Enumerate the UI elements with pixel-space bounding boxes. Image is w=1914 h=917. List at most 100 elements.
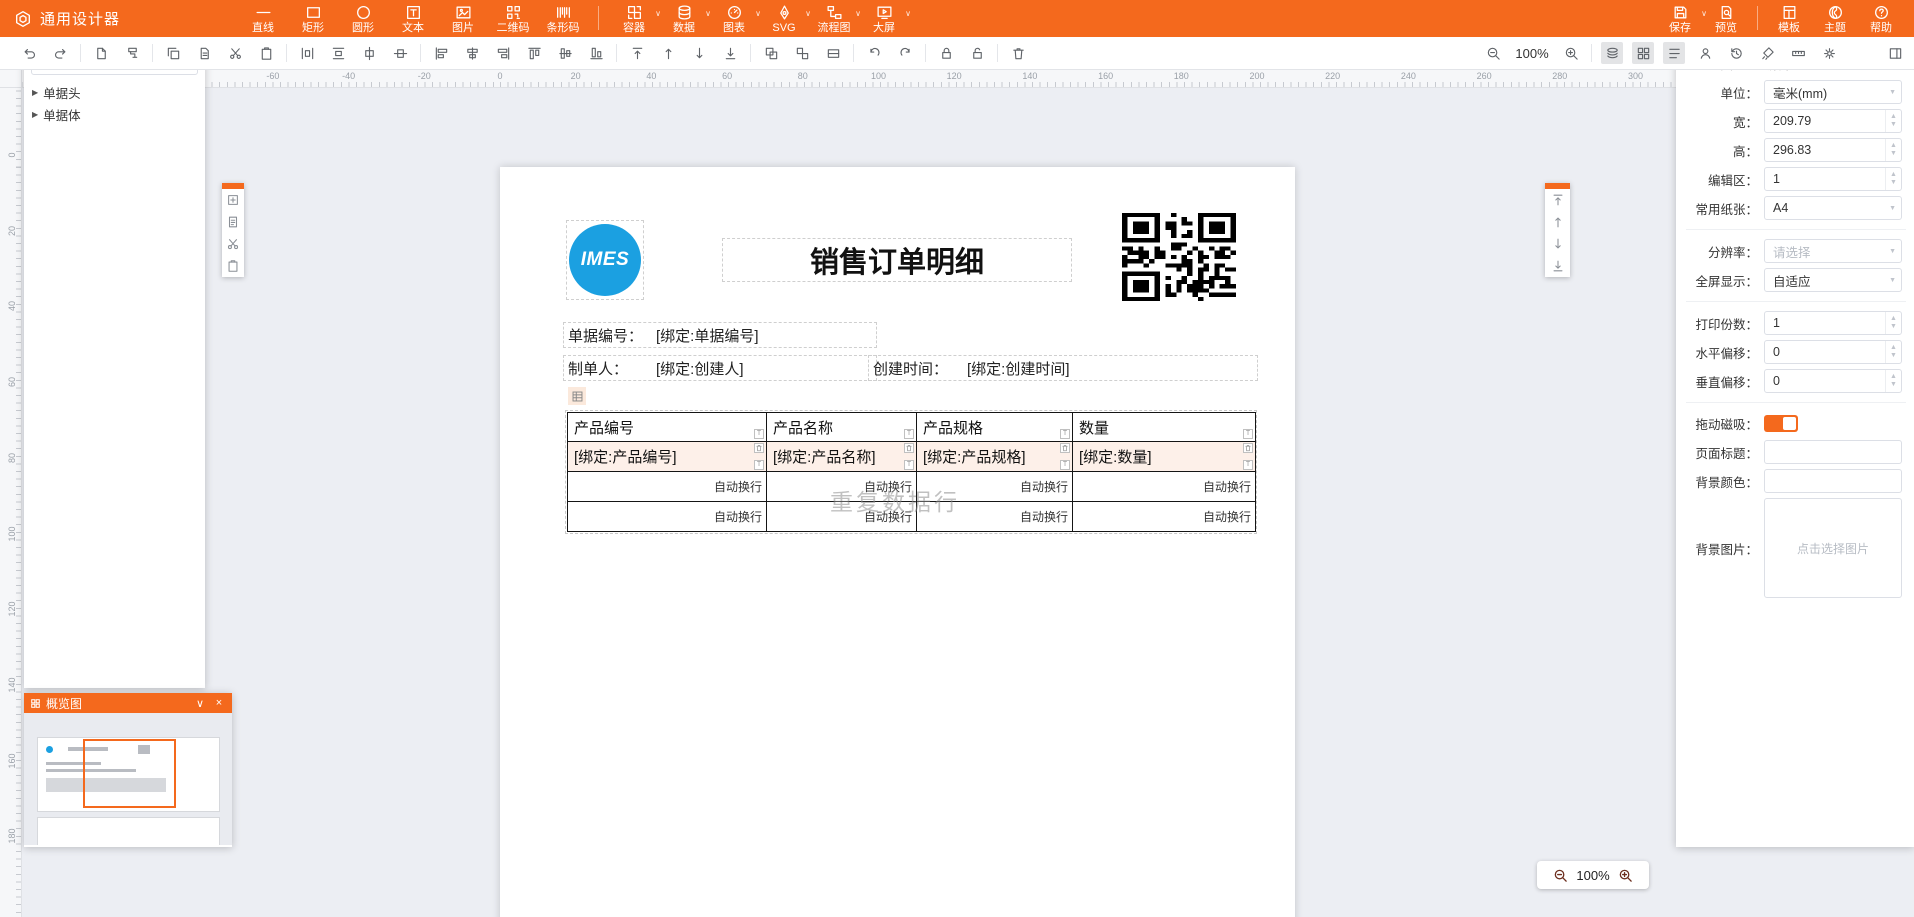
redo-icon[interactable]: [49, 42, 71, 64]
field-create-time[interactable]: 创建时间： [绑定:创建时间]: [868, 355, 1258, 381]
table-autowrap-cell[interactable]: 自动换行: [568, 502, 767, 532]
prop-input-page-title[interactable]: [1764, 440, 1902, 464]
delete-icon[interactable]: [1007, 42, 1029, 64]
rotate-left-icon[interactable]: [863, 42, 885, 64]
layers-icon[interactable]: [1601, 42, 1623, 64]
center-vertical-icon[interactable]: [389, 42, 411, 64]
data-table-element[interactable]: 产品编号T产品名称T产品规格T数量T[绑定:产品编号]T[绑定:产品名称]T[绑…: [565, 410, 1257, 534]
prop-input-offset-y[interactable]: 0: [1764, 369, 1902, 393]
duplicate-icon[interactable]: [193, 42, 215, 64]
stepper-icon[interactable]: ▲▼: [1885, 110, 1901, 132]
outline-icon[interactable]: [1663, 42, 1685, 64]
datasource-item-2[interactable]: ▶单据体: [24, 103, 205, 125]
field-creator[interactable]: 制单人： [绑定:创建人]: [563, 355, 877, 381]
tool-theme[interactable]: 主题: [1812, 0, 1858, 37]
move-down-icon[interactable]: [1548, 233, 1568, 255]
delete-cell-icon[interactable]: [754, 443, 764, 453]
ruler-icon[interactable]: [1787, 42, 1809, 64]
tool-save[interactable]: 保存∨: [1657, 0, 1703, 37]
qr-code-element[interactable]: [1122, 213, 1236, 301]
unlock-icon[interactable]: [966, 42, 988, 64]
prop-select-unit[interactable]: 毫米(mm): [1764, 80, 1902, 104]
center-horizontal-icon[interactable]: [358, 42, 380, 64]
prop-select-fullscreen[interactable]: 自适应: [1764, 268, 1902, 292]
design-page[interactable]: IMES 销售订单明细 单据编号： [绑定:单据编号] 制单人： [绑定:创建人…: [500, 167, 1295, 917]
layer-mini-toolbar[interactable]: [1545, 183, 1570, 277]
delete-cell-icon[interactable]: [1243, 443, 1253, 453]
tree-expand-icon[interactable]: ▶: [32, 110, 38, 119]
element-list-icon[interactable]: [223, 211, 243, 233]
stepper-icon[interactable]: ▲▼: [1885, 370, 1901, 392]
tool-help[interactable]: 帮助: [1858, 0, 1904, 37]
tool-screen[interactable]: 大屏∨: [861, 0, 907, 37]
zoom-out-icon[interactable]: [1482, 42, 1504, 64]
panel-layout-icon[interactable]: [1884, 42, 1906, 64]
table-autowrap-cell[interactable]: 自动换行: [1073, 472, 1256, 502]
logo-element[interactable]: IMES: [566, 220, 644, 300]
move-up-icon[interactable]: [1548, 211, 1568, 233]
left-mini-toolbar[interactable]: [222, 183, 244, 277]
stepper-icon[interactable]: ▲▼: [1885, 139, 1901, 161]
overview-viewport-rect[interactable]: [83, 739, 176, 808]
zoom-in-icon[interactable]: [1618, 868, 1633, 883]
align-center-icon[interactable]: [461, 42, 483, 64]
table-autowrap-cell[interactable]: 自动换行: [917, 502, 1073, 532]
table-header-cell[interactable]: 产品规格T: [917, 413, 1073, 442]
zoom-in-icon[interactable]: [1560, 42, 1582, 64]
chevron-down-icon[interactable]: ∨: [905, 9, 911, 18]
tool-flow[interactable]: 流程图∨: [811, 0, 857, 37]
prop-input-bg-color[interactable]: [1764, 469, 1902, 493]
prop-select-resolution[interactable]: 请选择: [1764, 239, 1902, 263]
paste-icon[interactable]: [255, 42, 277, 64]
datasource-item-1[interactable]: ▶单据头: [24, 81, 205, 103]
tool-data[interactable]: 数据∨: [661, 0, 707, 37]
move-down-icon[interactable]: [688, 42, 710, 64]
cut-icon[interactable]: [224, 42, 246, 64]
stepper-icon[interactable]: ▲▼: [1885, 341, 1901, 363]
add-element-icon[interactable]: [223, 189, 243, 211]
tree-expand-icon[interactable]: ▶: [32, 88, 38, 97]
report-title[interactable]: 销售订单明细: [722, 238, 1072, 282]
table-autowrap-cell[interactable]: 自动换行: [1073, 502, 1256, 532]
tool-barcode[interactable]: 条形码: [540, 0, 586, 37]
table-header-cell[interactable]: 数量T: [1073, 413, 1256, 442]
sweep-icon[interactable]: [1756, 42, 1778, 64]
bring-to-front-icon[interactable]: [1548, 189, 1568, 211]
prop-imagebox-bg-image[interactable]: 点击选择图片: [1764, 498, 1902, 598]
tool-rect[interactable]: 矩形: [290, 0, 336, 37]
new-file-icon[interactable]: [90, 42, 112, 64]
collapse-icon[interactable]: ∨: [193, 697, 207, 710]
table-binding-cell[interactable]: [绑定:产品编号]T: [568, 442, 767, 472]
tool-template[interactable]: 模板: [1766, 0, 1812, 37]
data-table[interactable]: 产品编号T产品名称T产品规格T数量T[绑定:产品编号]T[绑定:产品名称]T[绑…: [567, 412, 1256, 532]
cut-icon[interactable]: [223, 233, 243, 255]
prop-input-edit-area[interactable]: 1: [1764, 167, 1902, 191]
delete-cell-icon[interactable]: [904, 443, 914, 453]
table-autowrap-cell[interactable]: 自动换行: [767, 472, 917, 502]
prop-toggle-snap[interactable]: [1764, 415, 1798, 432]
table-autowrap-cell[interactable]: 自动换行: [568, 472, 767, 502]
canvas-area[interactable]: IMES 销售订单明细 单据编号： [绑定:单据编号] 制单人： [绑定:创建人…: [0, 70, 1914, 917]
rotate-right-icon[interactable]: [894, 42, 916, 64]
move-up-icon[interactable]: [657, 42, 679, 64]
prop-input-height[interactable]: 296.83: [1764, 138, 1902, 162]
overview-thumbnail-area[interactable]: [24, 713, 232, 845]
tool-svg[interactable]: SVG∨: [761, 0, 807, 37]
align-left-icon[interactable]: [430, 42, 452, 64]
tool-chart[interactable]: 图表∨: [711, 0, 757, 37]
lock-icon[interactable]: [935, 42, 957, 64]
table-header-cell[interactable]: 产品名称T: [767, 413, 917, 442]
combine-icon[interactable]: [822, 42, 844, 64]
user-icon[interactable]: [1694, 42, 1716, 64]
distribute-vertical-icon[interactable]: [327, 42, 349, 64]
table-binding-cell[interactable]: [绑定:产品规格]T: [917, 442, 1073, 472]
tool-container[interactable]: 容器∨: [611, 0, 657, 37]
paste-icon[interactable]: [223, 255, 243, 277]
ungroup-icon[interactable]: [791, 42, 813, 64]
tool-qrcode[interactable]: 二维码: [490, 0, 536, 37]
tool-image[interactable]: 图片: [440, 0, 486, 37]
company-logo[interactable]: IMES: [569, 224, 641, 296]
table-autowrap-cell[interactable]: 自动换行: [917, 472, 1073, 502]
overview-panel-header[interactable]: 概览图 ∨ ×: [24, 693, 232, 713]
close-icon[interactable]: ×: [212, 697, 226, 709]
